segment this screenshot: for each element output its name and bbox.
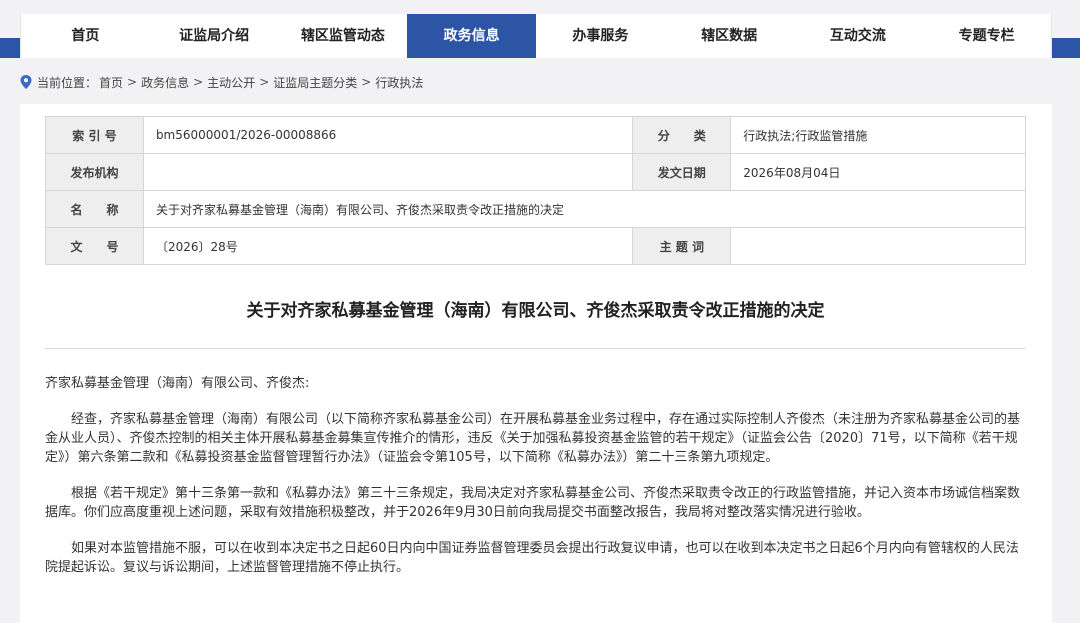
category-value: 行政执法;行政监管措施	[730, 116, 1026, 154]
index-number-value: bm56000001/2026-00008866	[142, 116, 634, 154]
breadcrumb: 当前位置： 首页 > 政务信息 > 主动公开 > 证监局主题分类 > 行政执法	[20, 72, 423, 92]
issue-date-label: 发文日期	[632, 153, 732, 191]
salutation: 齐家私募基金管理（海南）有限公司、齐俊杰:	[45, 376, 310, 391]
table-row: 索 引 号 bm56000001/2026-00008866 分 类 行政执法;…	[45, 116, 1026, 154]
nav-item-regional-data[interactable]: 辖区数据	[665, 14, 794, 58]
nav-item-bureau-intro[interactable]: 证监局介绍	[150, 14, 279, 58]
nav-item-home[interactable]: 首页	[21, 14, 150, 58]
keywords-value	[730, 227, 1026, 265]
table-row: 名 称 关于对齐家私募基金管理（海南）有限公司、齐俊杰采取责令改正措施的决定	[45, 190, 1027, 228]
body-paragraph-findings: 经查，齐家私募基金管理（海南）有限公司（以下简称齐家私募基金公司）在开展私募基金…	[45, 412, 1021, 465]
publisher-label: 发布机构	[45, 153, 144, 191]
breadcrumb-item-topic-category[interactable]: 证监局主题分类	[273, 74, 357, 91]
table-row: 文 号 〔2026〕28号 主 题 词	[45, 227, 1026, 265]
breadcrumb-item-enforcement[interactable]: 行政执法	[375, 74, 423, 91]
nav-item-special-topics[interactable]: 专题专栏	[922, 14, 1051, 58]
document-title: 关于对齐家私募基金管理（海南）有限公司、齐俊杰采取责令改正措施的决定	[246, 301, 825, 321]
nav-item-interaction[interactable]: 互动交流	[794, 14, 923, 58]
main-nav: 首页 证监局介绍 辖区监管动态 政务信息 办事服务 辖区数据 互动交流 专题专栏	[20, 14, 1052, 58]
content-panel: 索 引 号 bm56000001/2026-00008866 分 类 行政执法;…	[20, 104, 1052, 623]
category-label: 分 类	[632, 116, 732, 154]
body-paragraph-decision: 根据《若干规定》第十三条第一款和《私募办法》第三十三条规定，我局决定对齐家私募基…	[45, 486, 1021, 520]
document-body: 齐家私募基金管理（海南）有限公司、齐俊杰: 经查，齐家私募基金管理（海南）有限公…	[45, 374, 1030, 594]
location-pin-icon	[20, 75, 32, 89]
doc-number-label: 文 号	[45, 227, 144, 265]
table-row: 发布机构 发文日期 2026年08月04日	[45, 153, 1026, 191]
keywords-label: 主 题 词	[632, 227, 732, 265]
breadcrumb-item-public-disclosure[interactable]: 主动公开	[207, 74, 255, 91]
document-meta-table: 索 引 号 bm56000001/2026-00008866 分 类 行政执法;…	[45, 116, 1027, 265]
breadcrumb-separator: >	[193, 75, 204, 89]
issue-date-value: 2026年08月04日	[730, 153, 1026, 191]
publisher-value	[142, 153, 634, 191]
breadcrumb-separator: >	[127, 75, 138, 89]
breadcrumb-separator: >	[361, 75, 372, 89]
nav-item-services[interactable]: 办事服务	[536, 14, 665, 58]
breadcrumb-item-government-info[interactable]: 政务信息	[141, 74, 189, 91]
index-number-label: 索 引 号	[45, 116, 144, 154]
doc-name-label: 名 称	[45, 190, 144, 228]
nav-item-government-info[interactable]: 政务信息	[407, 14, 536, 58]
breadcrumb-prefix: 当前位置：	[37, 75, 98, 90]
doc-number-value: 〔2026〕28号	[142, 227, 634, 265]
nav-item-regulation-news[interactable]: 辖区监管动态	[279, 14, 408, 58]
breadcrumb-separator: >	[259, 75, 270, 89]
breadcrumb-item-home[interactable]: 首页	[99, 74, 123, 91]
body-paragraph-appeal: 如果对本监管措施不服，可以在收到本决定书之日起60日内向中国证券监督管理委员会提…	[45, 541, 1019, 575]
title-divider	[45, 348, 1026, 349]
doc-name-value: 关于对齐家私募基金管理（海南）有限公司、齐俊杰采取责令改正措施的决定	[142, 190, 1027, 228]
